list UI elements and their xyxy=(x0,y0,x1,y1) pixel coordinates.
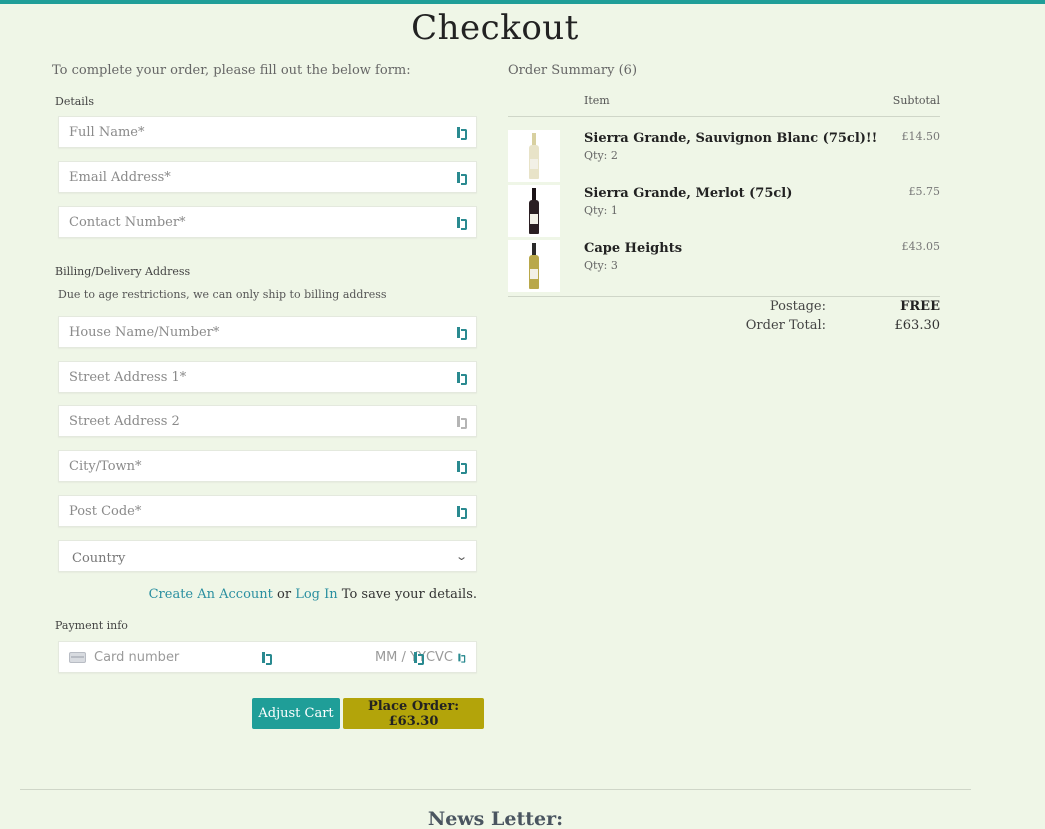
country-select[interactable]: Country ⌄ xyxy=(58,540,477,572)
white-wine-bottle-icon xyxy=(529,133,539,179)
summary-divider xyxy=(508,116,940,117)
item-subtotal: £43.05 xyxy=(901,240,941,253)
create-account-link[interactable]: Create An Account xyxy=(149,587,273,602)
email-field[interactable]: Email Address* xyxy=(58,161,477,193)
postage-value: FREE xyxy=(900,299,940,314)
product-thumbnail[interactable] xyxy=(508,130,560,182)
password-manager-key-icon[interactable] xyxy=(457,326,467,340)
item-name: Cape Heights xyxy=(584,241,683,256)
password-manager-key-icon[interactable] xyxy=(457,415,467,429)
top-accent-bar xyxy=(0,0,1045,4)
or-text: or xyxy=(277,587,292,602)
post-code-field[interactable]: Post Code* xyxy=(58,495,477,527)
item-quantity: Qty: 1 xyxy=(584,204,618,217)
password-manager-key-icon[interactable] xyxy=(457,171,467,185)
white-wine-bottle-icon xyxy=(529,243,539,289)
street-address-2-placeholder: Street Address 2 xyxy=(69,413,180,429)
product-thumbnail[interactable] xyxy=(508,240,560,292)
order-summary-title: Order Summary (6) xyxy=(508,63,638,78)
city-town-placeholder: City/Town* xyxy=(69,458,142,474)
item-name: Sierra Grande, Merlot (75cl) xyxy=(584,186,793,201)
payment-section-label: Payment info xyxy=(55,619,128,632)
password-manager-key-icon[interactable] xyxy=(457,371,467,385)
product-thumbnail[interactable] xyxy=(508,185,560,237)
account-prompt: Create An Account or Log In To save your… xyxy=(149,587,477,602)
password-manager-key-icon[interactable] xyxy=(457,460,467,474)
order-item-row: Cape Heights Qty: 3 £43.05 xyxy=(508,240,940,292)
street-address-1-placeholder: Street Address 1* xyxy=(69,369,187,385)
item-subtotal: £14.50 xyxy=(901,130,941,143)
post-code-placeholder: Post Code* xyxy=(69,503,142,519)
password-manager-key-icon[interactable] xyxy=(262,651,272,665)
card-payment-field[interactable]: Card number MM / YY CVC xyxy=(58,641,477,673)
place-order-button[interactable]: Place Order: £63.30 xyxy=(343,698,484,729)
cvc-input[interactable]: CVC xyxy=(426,650,453,665)
contact-number-field[interactable]: Contact Number* xyxy=(58,206,477,238)
password-manager-key-icon[interactable] xyxy=(413,651,424,665)
summary-divider xyxy=(508,296,940,297)
full-name-field[interactable]: Full Name* xyxy=(58,116,477,148)
order-total-value: £63.30 xyxy=(894,318,941,333)
shipping-restriction-note: Due to age restrictions, we can only shi… xyxy=(58,288,387,301)
postage-label: Postage: xyxy=(769,299,826,314)
red-wine-bottle-icon xyxy=(529,188,539,234)
item-column-header: Item xyxy=(584,94,610,107)
street-address-2-field[interactable]: Street Address 2 xyxy=(58,405,477,437)
email-placeholder: Email Address* xyxy=(69,169,171,185)
item-quantity: Qty: 2 xyxy=(584,149,618,162)
password-manager-key-icon[interactable] xyxy=(457,505,467,519)
street-address-1-field[interactable]: Street Address 1* xyxy=(58,361,477,393)
chevron-down-icon: ⌄ xyxy=(454,549,468,563)
login-link[interactable]: Log In xyxy=(295,587,337,602)
contact-number-placeholder: Contact Number* xyxy=(69,214,186,230)
password-manager-key-icon[interactable] xyxy=(457,216,467,230)
card-number-input[interactable]: Card number xyxy=(94,650,262,665)
house-name-placeholder: House Name/Number* xyxy=(69,324,220,340)
password-manager-key-icon[interactable] xyxy=(457,126,467,140)
city-town-field[interactable]: City/Town* xyxy=(58,450,477,482)
full-name-placeholder: Full Name* xyxy=(69,124,145,140)
order-item-row: Sierra Grande, Merlot (75cl) Qty: 1 £5.7… xyxy=(508,185,940,237)
credit-card-icon xyxy=(69,651,86,663)
newsletter-heading: News Letter: xyxy=(427,808,564,829)
house-name-field[interactable]: House Name/Number* xyxy=(58,316,477,348)
password-manager-key-icon[interactable] xyxy=(458,652,466,663)
item-subtotal: £5.75 xyxy=(908,185,941,198)
country-selected-value: Country xyxy=(72,550,126,566)
form-intro-text: To complete your order, please fill out … xyxy=(52,63,411,78)
item-quantity: Qty: 3 xyxy=(584,259,618,272)
details-section-label: Details xyxy=(55,95,94,108)
save-details-text: To save your details. xyxy=(341,587,477,602)
address-section-label: Billing/Delivery Address xyxy=(55,265,191,278)
page-title: Checkout xyxy=(411,8,579,48)
order-total-label: Order Total: xyxy=(745,318,826,333)
footer-divider xyxy=(20,789,971,790)
subtotal-column-header: Subtotal xyxy=(892,94,940,107)
adjust-cart-button[interactable]: Adjust Cart xyxy=(252,698,340,729)
item-name: Sierra Grande, Sauvignon Blanc (75cl)!! xyxy=(584,131,878,146)
order-item-row: Sierra Grande, Sauvignon Blanc (75cl)!! … xyxy=(508,130,940,182)
